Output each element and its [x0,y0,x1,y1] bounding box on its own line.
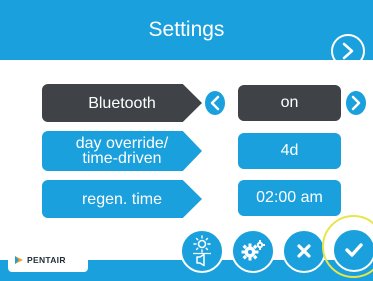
setting-value-text: 4d [280,142,299,159]
setting-value-bluetooth[interactable]: on [238,85,341,121]
setting-label-text: day override/ time-driven [75,135,169,167]
setting-value-text: 02:00 am [256,189,323,206]
pentair-logo: PENTAIR [8,248,88,272]
setting-value-regen-time[interactable]: 02:00 am [238,180,341,216]
brightness-volume-icon [193,235,211,267]
setting-label-text: Bluetooth [88,94,156,112]
setting-label-day-override[interactable]: day override/ time-driven [42,131,202,171]
title-bar: Settings [0,0,373,60]
cancel-button[interactable] [282,229,326,273]
next-value-button[interactable] [344,89,368,117]
setting-label-text: regen. time [81,190,163,208]
chevron-left-icon [210,95,220,111]
settings-screen: Settings Bluetooth on day override/ time… [0,0,373,281]
logo-text: PENTAIR [27,255,66,265]
previous-value-button[interactable] [203,89,227,117]
close-icon [297,244,311,258]
settings-button[interactable] [231,229,275,273]
setting-value-text: on [280,94,299,111]
setting-label-regen-time[interactable]: regen. time [42,180,202,218]
setting-value-day-override[interactable]: 4d [238,133,341,169]
page-title: Settings [148,18,225,41]
brightness-volume-button[interactable] [180,229,224,273]
gears-icon [241,240,265,261]
chevron-right-icon [351,95,361,111]
setting-label-bluetooth[interactable]: Bluetooth [42,84,202,122]
chevron-right-icon [342,42,354,60]
pentair-mark-icon [15,256,23,264]
